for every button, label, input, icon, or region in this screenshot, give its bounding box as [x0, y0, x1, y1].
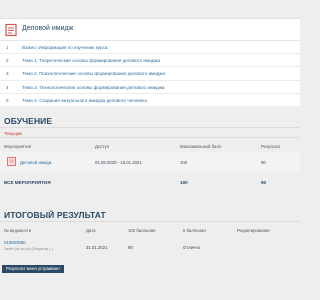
- divider: [0, 221, 300, 222]
- module-number: 3: [6, 71, 9, 77]
- total-label: ВСЕ МЕРОПРИЯТИЯ: [4, 180, 51, 185]
- final-title: ИТОГОВЫЙ РЕЗУЛЬТАТ: [4, 210, 106, 220]
- result-score100: 90: [128, 245, 133, 250]
- header-access: Доступ: [95, 144, 109, 149]
- module-link[interactable]: Важно: Информация по изучению курса: [22, 45, 107, 50]
- module-item[interactable]: 3 Тема 2. Психологические основы формиро…: [0, 67, 300, 81]
- module-link[interactable]: Тема 2. Психологические основы формирова…: [22, 71, 165, 76]
- header-max-score: Максимальный балл: [180, 144, 222, 149]
- course-title[interactable]: Деловой имидж: [22, 25, 73, 32]
- activity-name-link[interactable]: Деловой имидж: [20, 160, 51, 165]
- course-card: Деловой имидж 1 Важно: Информация по изу…: [0, 18, 300, 106]
- module-number: 2: [6, 58, 9, 64]
- result-row: 015583960 Зачёт (по сп-ти) (Открыта) (-)…: [0, 237, 300, 259]
- result-score5: Отлично: [183, 245, 201, 250]
- activity-access: 01.08.2020 - 16.01.2021: [95, 160, 142, 165]
- module-item[interactable]: 2 Тема 1. Теоретические основы формирова…: [0, 54, 300, 68]
- module-number: 5: [6, 97, 9, 103]
- module-number: 1: [6, 45, 9, 50]
- table-row[interactable]: Деловой имидж 01.08.2020 - 16.01.2021 10…: [0, 152, 300, 172]
- header-edit: Редактирование: [237, 228, 270, 233]
- tab-divider: [0, 137, 300, 138]
- training-table-header: Мероприятия Доступ Максимальный балл Рез…: [0, 141, 300, 150]
- module-item[interactable]: 4 Тема 3. Технологические основы формиро…: [0, 81, 300, 94]
- statement-status: Зачёт (по сп-ти) (Открыта) (-): [4, 247, 53, 251]
- final-table-header: № ведомости Дата 100 балльная 5 балльная…: [0, 225, 300, 234]
- header-activities: Мероприятия: [4, 144, 31, 149]
- statement-number[interactable]: 015583960: [4, 240, 26, 245]
- total-max-score: 100: [180, 180, 188, 185]
- accept-result-button[interactable]: Результат меня устраивает: [2, 265, 64, 273]
- tab-current[interactable]: Текущие: [2, 130, 24, 137]
- divider: [0, 127, 300, 128]
- header-statement: № ведомости: [4, 228, 32, 233]
- document-icon: [5, 23, 17, 37]
- module-item[interactable]: 1 Важно: Информация по изучению курса: [0, 41, 300, 55]
- header-result: Результат: [261, 144, 281, 149]
- activity-result: 90: [261, 160, 266, 165]
- total-row: ВСЕ МЕРОПРИЯТИЯ 100 90: [0, 177, 300, 188]
- result-date: 31.01.2021: [86, 245, 108, 250]
- module-item[interactable]: 5 Тема 4. Создание визуального имиджа де…: [0, 94, 300, 107]
- module-link[interactable]: Тема 1. Теоретические основы формировани…: [22, 58, 160, 63]
- activity-max-score: 100: [180, 160, 188, 165]
- header-score5: 5 балльная: [183, 228, 206, 233]
- module-link[interactable]: Тема 4. Создание визуального имиджа дело…: [22, 98, 147, 103]
- course-icon: [7, 157, 16, 166]
- module-number: 4: [6, 84, 9, 90]
- header-date: Дата: [86, 228, 96, 233]
- training-title: ОБУЧЕНИЕ: [4, 116, 53, 126]
- module-list: 1 Важно: Информация по изучению курса 2 …: [0, 41, 300, 107]
- total-result: 90: [261, 180, 267, 185]
- module-link[interactable]: Тема 3. Технологические основы формирова…: [22, 85, 164, 90]
- header-score100: 100 балльная: [128, 228, 156, 233]
- course-header: Деловой имидж: [0, 19, 300, 41]
